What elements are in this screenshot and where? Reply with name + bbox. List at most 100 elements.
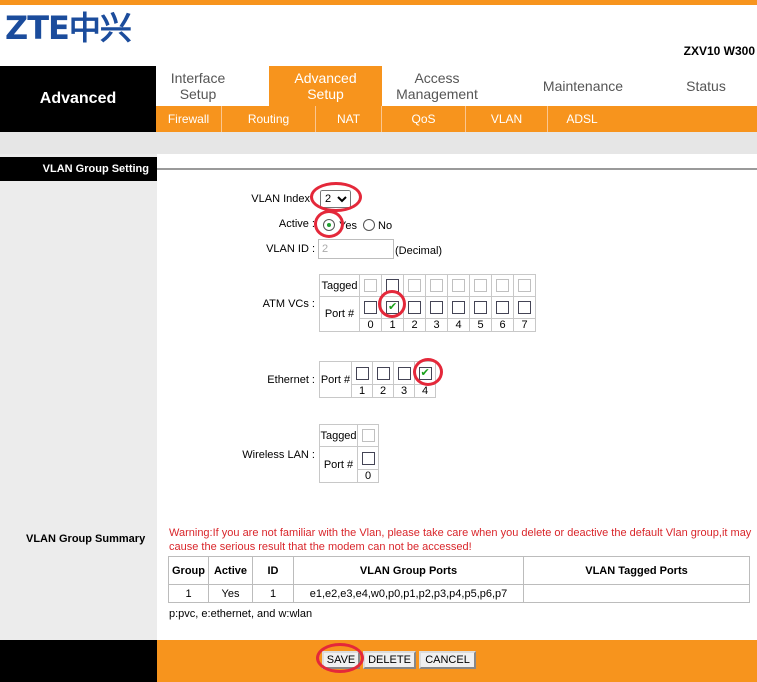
atm-port-number: 0 xyxy=(359,318,382,332)
main-tab-bar: Interface Setup Advanced Setup Access Manag… xyxy=(156,66,757,106)
ethernet-label: Ethernet : xyxy=(267,374,315,386)
tab-access-management[interactable]: Access Management xyxy=(382,66,492,106)
atm-port-cell xyxy=(469,296,492,319)
footer-left xyxy=(0,640,157,682)
summary-cell: 1 xyxy=(252,584,294,603)
left-panel xyxy=(0,154,157,640)
summary-cell: e1,e2,e3,e4,w0,p0,p1,p2,p3,p4,p5,p6,p7 xyxy=(293,584,524,603)
sub-tab-bar: Firewall Routing NAT QoS VLAN ADSL xyxy=(156,106,757,132)
wlan-tagged-checkbox-0[interactable] xyxy=(361,429,375,442)
ethernet-port-label: Port # xyxy=(319,361,352,398)
highlight-circle xyxy=(310,182,362,212)
atm-port-cell xyxy=(403,296,426,319)
delete-button[interactable]: DELETE xyxy=(363,651,416,669)
atm-tagged-checkbox-2[interactable] xyxy=(408,279,421,292)
vlan-summary-table: Group Active ID VLAN Group Ports VLAN Ta… xyxy=(168,556,750,603)
tab-maintenance[interactable]: Maintenance xyxy=(526,66,640,106)
summary-header: VLAN Group Ports xyxy=(293,556,524,585)
tab-label-line1: Advanced xyxy=(294,70,357,86)
wireless-lan-label: Wireless LAN : xyxy=(242,449,315,461)
highlight-circle xyxy=(316,643,364,673)
ethernet-port-checkbox-1[interactable] xyxy=(355,366,369,380)
atm-vc-grid: Tagged Port # 0 1 2 3 4 5 6 7 xyxy=(319,274,536,332)
atm-tagged-checkbox-7[interactable] xyxy=(518,279,531,292)
atm-port-cell xyxy=(447,296,470,319)
atm-port-checkbox-0[interactable] xyxy=(364,301,377,314)
atm-tagged-checkbox-5[interactable] xyxy=(474,279,487,292)
vlan-index-label: VLAN Index xyxy=(251,193,310,205)
highlight-circle xyxy=(314,210,344,238)
atm-port-checkbox-6[interactable] xyxy=(496,301,509,314)
summary-cell xyxy=(523,584,750,603)
table-row: 1 Yes 1 e1,e2,e3,e4,w0,p0,p1,p2,p3,p4,p5… xyxy=(168,584,750,603)
model-name: ZXV10 W300 xyxy=(683,44,755,58)
atm-port-number: 3 xyxy=(425,318,448,332)
wlan-tagged-cell xyxy=(357,424,379,447)
atm-tagged-cell xyxy=(425,274,448,297)
wlan-port-number: 0 xyxy=(357,469,379,483)
atm-port-cell xyxy=(425,296,448,319)
highlight-circle xyxy=(413,358,443,386)
atm-port-checkbox-2[interactable] xyxy=(408,301,421,314)
atm-port-number: 4 xyxy=(447,318,470,332)
atm-port-number: 1 xyxy=(381,318,404,332)
atm-tagged-checkbox-6[interactable] xyxy=(496,279,509,292)
subtab-adsl[interactable]: ADSL xyxy=(548,106,616,132)
atm-tagged-cell xyxy=(469,274,492,297)
tab-label-line1: Interface xyxy=(170,70,226,86)
top-stripe xyxy=(0,0,757,5)
subtab-qos[interactable]: QoS xyxy=(382,106,466,132)
ethernet-port-checkbox-2[interactable] xyxy=(376,366,390,380)
atm-tagged-cell xyxy=(447,274,470,297)
ethernet-port-checkbox-3[interactable] xyxy=(397,366,411,380)
ethernet-port-cell xyxy=(372,361,394,385)
wlan-tagged-label: Tagged xyxy=(319,424,358,447)
atm-port-checkbox-5[interactable] xyxy=(474,301,487,314)
tab-label: Status xyxy=(686,78,726,94)
wlan-port-cell xyxy=(357,446,379,470)
atm-tagged-checkbox-3[interactable] xyxy=(430,279,443,292)
subtab-vlan[interactable]: VLAN xyxy=(466,106,548,132)
subtab-nat[interactable]: NAT xyxy=(316,106,382,132)
tab-interface-setup[interactable]: Interface Setup xyxy=(156,66,240,106)
subtab-firewall[interactable]: Firewall xyxy=(156,106,222,132)
nav-section-label: Advanced xyxy=(39,90,117,107)
atm-port-number: 6 xyxy=(491,318,514,332)
summary-cell: 1 xyxy=(168,584,209,603)
tab-label-line2: Setup xyxy=(179,86,217,102)
summary-header: Active xyxy=(208,556,253,585)
tab-label-line2: Management xyxy=(396,86,478,102)
atm-port-checkbox-3[interactable] xyxy=(430,301,443,314)
atm-port-checkbox-7[interactable] xyxy=(518,301,531,314)
summary-header: ID xyxy=(252,556,294,585)
tab-advanced-setup[interactable]: Advanced Setup xyxy=(269,66,382,106)
highlight-circle xyxy=(378,290,406,318)
vlan-id-input[interactable] xyxy=(318,239,394,259)
atm-port-number: 2 xyxy=(403,318,426,332)
ethernet-port-number: 2 xyxy=(372,384,394,398)
subtab-routing[interactable]: Routing xyxy=(222,106,316,132)
tab-label: Maintenance xyxy=(542,78,624,94)
atm-port-cell xyxy=(513,296,536,319)
summary-header: Group xyxy=(168,556,209,585)
atm-tagged-cell xyxy=(359,274,382,297)
tab-label-line1: Access xyxy=(414,70,460,86)
wlan-grid: Tagged Port # 0 xyxy=(319,424,379,483)
atm-tagged-checkbox-0[interactable] xyxy=(364,279,377,292)
atm-port-checkbox-4[interactable] xyxy=(452,301,465,314)
vlan-id-label: VLAN ID : xyxy=(266,243,315,255)
section-divider xyxy=(157,168,757,170)
active-no-radio[interactable] xyxy=(363,219,375,231)
wlan-port-checkbox-0[interactable] xyxy=(361,451,375,465)
tab-status[interactable]: Status xyxy=(664,66,748,106)
cancel-button[interactable]: CANCEL xyxy=(419,651,476,669)
port-legend: p:pvc, e:ethernet, and w:wlan xyxy=(169,608,313,620)
active-label: Active : xyxy=(278,218,315,230)
atm-tagged-checkbox-4[interactable] xyxy=(452,279,465,292)
active-no-label: No xyxy=(378,220,393,232)
ethernet-port-cell xyxy=(393,361,415,385)
atm-port-number: 5 xyxy=(469,318,492,332)
atm-tagged-cell xyxy=(403,274,426,297)
ethernet-port-number: 1 xyxy=(351,384,373,398)
warning-text: Warning:If you are not familiar with the… xyxy=(169,527,752,553)
